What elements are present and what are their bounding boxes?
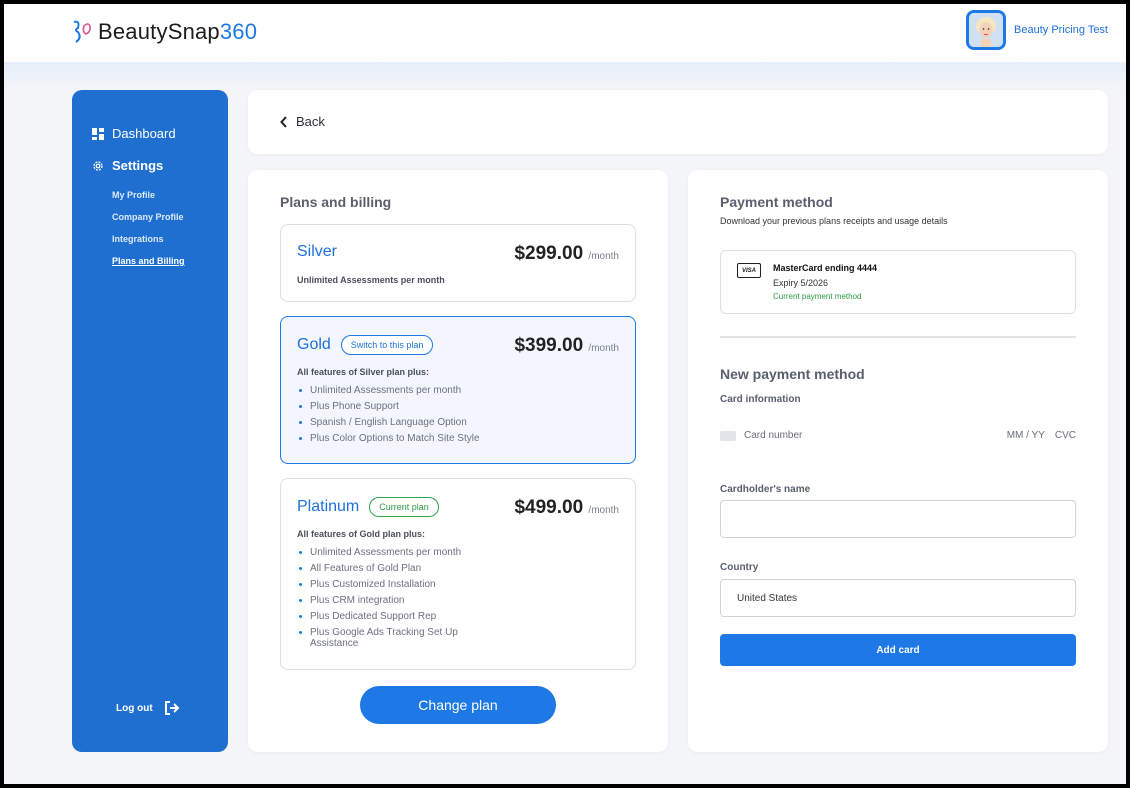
- plan-description: Unlimited Assessments per month: [297, 275, 445, 285]
- list-item: Plus Color Options to Match Site Style: [297, 433, 507, 444]
- card-name: MasterCard ending 4444: [773, 263, 878, 273]
- visa-card-icon: VISA: [737, 263, 761, 278]
- sidebar-item-my-profile[interactable]: My Profile: [112, 184, 185, 206]
- user-name[interactable]: Beauty Pricing Test: [1014, 24, 1108, 36]
- cardholder-label: Cardholder's name: [720, 484, 811, 495]
- chevron-left-icon: [280, 115, 287, 128]
- card-expiry: Expiry 5/2026: [773, 278, 829, 288]
- plan-card-platinum[interactable]: Platinum Current plan $499.00 /month All…: [280, 478, 636, 670]
- card-info-label: Card information: [720, 394, 801, 405]
- country-label: Country: [720, 562, 759, 573]
- logo-text: BeautySnap360: [98, 19, 258, 44]
- logout-label: Log out: [116, 702, 153, 714]
- back-label: Back: [296, 114, 325, 129]
- back-button[interactable]: Back: [280, 114, 325, 129]
- plan-description: All features of Gold plan plus:: [297, 529, 426, 539]
- list-item: Plus Phone Support: [297, 401, 507, 412]
- dashboard-icon: [92, 127, 104, 140]
- settings-subnav: My Profile Company Profile Integrations …: [112, 184, 185, 272]
- list-item: Plus Google Ads Tracking Set Up Assistan…: [297, 627, 507, 649]
- plan-name: Platinum Current plan: [297, 497, 439, 517]
- switch-plan-button[interactable]: Switch to this plan: [340, 335, 434, 355]
- divider: [720, 336, 1076, 338]
- current-plan-badge: Current plan: [369, 497, 439, 517]
- payment-title: Payment method: [720, 194, 833, 210]
- user-menu[interactable]: Beauty Pricing Test: [966, 10, 1108, 50]
- payment-panel: Payment method Download your previous pl…: [688, 170, 1108, 752]
- sidebar-item-label: Dashboard: [112, 126, 176, 141]
- plans-panel: Plans and billing Silver $299.00 /month …: [248, 170, 668, 752]
- plan-name: Silver: [297, 243, 338, 260]
- saved-payment-card[interactable]: VISA MasterCard ending 4444 Expiry 5/202…: [720, 250, 1076, 314]
- change-plan-button[interactable]: Change plan: [360, 686, 556, 724]
- plan-card-silver[interactable]: Silver $299.00 /month Unlimited Assessme…: [280, 224, 636, 302]
- logo[interactable]: BeautySnap360: [70, 16, 257, 48]
- avatar-face-icon: [969, 13, 1004, 47]
- card-number-field[interactable]: Card number MM / YY CVC: [720, 430, 1076, 441]
- sidebar-item-plans-and-billing[interactable]: Plans and Billing: [112, 250, 185, 272]
- list-item: Unlimited Assessments per month: [297, 385, 507, 396]
- sidebar-item-dashboard[interactable]: Dashboard: [92, 126, 176, 141]
- plan-description: All features of Silver plan plus:: [297, 367, 430, 377]
- sidebar-item-company-profile[interactable]: Company Profile: [112, 206, 185, 228]
- expiry-field[interactable]: MM / YY: [1007, 430, 1045, 441]
- list-item: Plus Customized Installation: [297, 579, 507, 590]
- header-shadow: [4, 62, 1126, 92]
- payment-subtitle: Download your previous plans receipts an…: [720, 216, 948, 226]
- credit-card-icon: [720, 430, 736, 441]
- sidebar-item-integrations[interactable]: Integrations: [112, 228, 185, 250]
- list-item: Spanish / English Language Option: [297, 417, 507, 428]
- sidebar-item-label: Settings: [112, 158, 164, 173]
- plan-price: $499.00 /month: [514, 497, 619, 518]
- cardholder-name-input[interactable]: [720, 500, 1076, 538]
- sidebar: Dashboard Settings My Profile Company Pr…: [72, 90, 228, 752]
- header: BeautySnap360 Beauty Pricing Test: [4, 4, 1126, 62]
- feature-list: Unlimited Assessments per month All Feat…: [297, 547, 507, 654]
- logout-icon: [164, 701, 180, 715]
- list-item: Plus CRM integration: [297, 595, 507, 606]
- plan-price: $299.00 /month: [514, 243, 619, 264]
- country-select[interactable]: United States: [720, 579, 1076, 617]
- avatar[interactable]: [966, 10, 1007, 50]
- plan-card-gold[interactable]: Gold Switch to this plan $399.00 /month …: [280, 316, 636, 464]
- list-item: Plus Dedicated Support Rep: [297, 611, 507, 622]
- plan-name: Gold Switch to this plan: [297, 335, 434, 355]
- logo-mark-icon: [73, 20, 91, 43]
- feature-list: Unlimited Assessments per month Plus Pho…: [297, 385, 507, 449]
- app-window: BeautySnap360 Beauty Pricing Test Dashbo…: [4, 4, 1126, 784]
- plan-price: $399.00 /month: [514, 335, 619, 356]
- plans-title: Plans and billing: [280, 194, 392, 210]
- new-payment-title: New payment method: [720, 366, 865, 382]
- gear-icon: [93, 160, 103, 171]
- logout-button[interactable]: Log out: [116, 700, 181, 716]
- add-card-button[interactable]: Add card: [720, 634, 1076, 666]
- cvc-field[interactable]: CVC: [1055, 430, 1076, 441]
- sidebar-item-settings[interactable]: Settings: [92, 158, 163, 173]
- back-bar: Back: [248, 90, 1108, 154]
- card-status: Current payment method: [773, 292, 862, 301]
- card-number-placeholder: Card number: [744, 430, 803, 441]
- list-item: All Features of Gold Plan: [297, 563, 507, 574]
- list-item: Unlimited Assessments per month: [297, 547, 507, 558]
